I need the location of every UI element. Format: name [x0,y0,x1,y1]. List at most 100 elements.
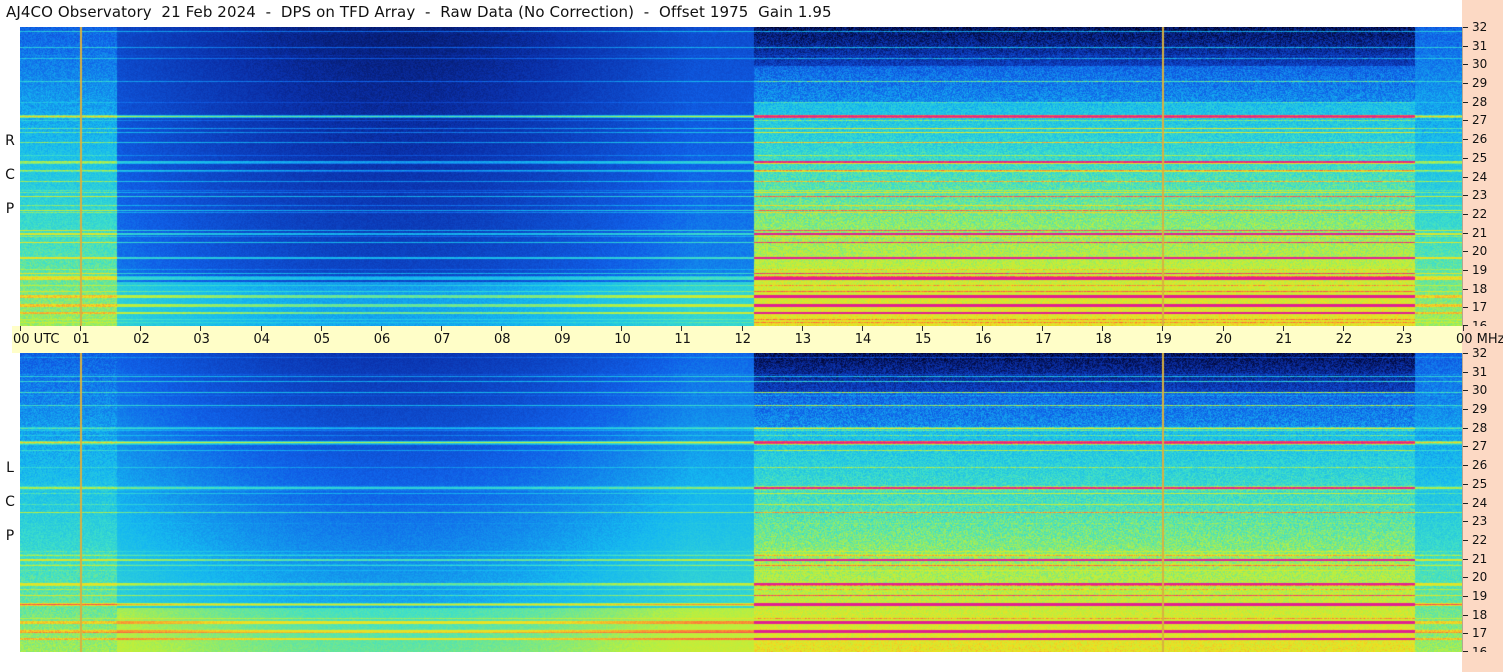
frequency-tick [1463,176,1468,178]
lcp-label-p: P [5,528,15,544]
time-tick [1222,326,1224,331]
frequency-tick-label: 18 [1472,607,1488,622]
time-tick-label: 02 [133,332,150,347]
time-tick [200,326,202,331]
rcp-label-p: P [5,201,15,217]
frequency-tick [1463,502,1468,504]
frequency-tick [1463,558,1468,560]
frequency-tick [1463,633,1468,635]
frequency-tick-label: 27 [1472,439,1488,454]
time-tick-label: 06 [373,332,391,347]
time-tick-label: 13 [794,332,812,347]
time-tick [20,326,21,331]
lcp-spectrogram [20,353,1463,652]
time-tick-label: 21 [1275,332,1293,347]
time-tick-label: 04 [253,332,271,347]
time-tick [1282,326,1284,331]
frequency-tick [1463,390,1468,392]
time-tick [1042,326,1044,331]
frequency-tick-label: 22 [1472,206,1488,221]
time-tick [741,326,743,331]
time-tick [80,326,82,331]
time-tick-label: 17 [1035,332,1052,347]
frequency-tick [1463,27,1468,28]
frequency-tick [1463,213,1468,215]
time-tick [501,326,502,331]
frequency-tick-label: 17 [1472,300,1488,315]
frequency-tick [1463,195,1468,197]
time-tick-label: 16 [975,332,992,347]
frequency-tick-label: 20 [1472,570,1488,585]
frequency-tick [1463,483,1468,485]
time-tick [1402,326,1404,331]
lcp-label-c: C [5,494,15,510]
time-tick [801,326,803,331]
rcp-label-c: C [5,167,15,183]
time-tick-label: 05 [313,332,331,347]
time-tick-label: 22 [1335,332,1353,347]
frequency-tick-label: 21 [1472,225,1488,240]
frequency-tick-label: 18 [1472,281,1488,296]
frequency-tick [1463,288,1468,290]
frequency-tick [1463,101,1468,103]
time-tick [320,326,322,331]
time-tick [921,326,923,331]
frequency-tick-label: 25 [1472,476,1488,491]
time-tick-label: 00 UTC [13,332,60,347]
time-tick [440,326,442,331]
lcp-label-l: L [6,460,14,476]
rcp-frequency-axis: 3231302928272625242322212019181716 [1462,21,1503,332]
frequency-tick [1463,465,1468,467]
frequency-tick-label: 19 [1472,262,1488,277]
time-tick [1463,326,1464,331]
frequency-tick [1463,251,1468,253]
lcp-frequency-axis: 3231302928272625242322212019181716 [1462,347,1503,658]
time-tick [380,326,382,331]
frequency-tick-label: 31 [1472,364,1488,379]
frequency-tick-label: 30 [1472,383,1488,398]
frequency-tick-label: 29 [1472,76,1488,91]
frequency-tick [1463,269,1468,271]
time-tick-label: 14 [854,332,872,347]
frequency-tick [1463,83,1468,85]
time-tick-label: 01 [73,332,90,347]
time-tick-label: 08 [494,332,511,347]
time-tick-label: 18 [1095,332,1112,347]
time-tick [1342,326,1344,331]
time-tick-label: 07 [433,332,451,347]
frequency-tick-label: 19 [1472,588,1488,603]
time-tick-label: 19 [1155,332,1172,347]
frequency-tick-label: 28 [1472,94,1488,109]
frequency-tick-label: 27 [1472,113,1488,128]
time-tick [1102,326,1104,331]
lcp-spectrogram-panel [20,353,1463,652]
time-tick-label: 11 [674,332,691,347]
time-tick [621,326,623,331]
frequency-tick-label: 20 [1472,244,1488,259]
time-tick [1162,326,1164,331]
frequency-tick-label: 24 [1472,495,1488,510]
frequency-tick [1463,139,1468,141]
frequency-tick [1463,409,1468,411]
time-tick [982,326,983,331]
time-tick-label: 03 [193,332,210,347]
rcp-spectrogram [20,27,1463,326]
time-tick [681,326,683,331]
frequency-tick [1463,614,1468,616]
rcp-spectrogram-panel [20,27,1463,326]
frequency-tick [1463,539,1468,541]
frequency-tick [1463,427,1468,429]
time-tick [861,326,863,331]
frequency-tick [1463,446,1468,448]
frequency-tick-label: 29 [1472,402,1488,417]
frequency-tick [1463,371,1468,373]
time-tick-label: 09 [554,332,571,347]
utc-time-axis: 00 UTC 01 02 03 04 05 06 07 08 09 10 11 12 13 14 15 16 17… [12,326,1503,353]
frequency-tick [1463,232,1468,234]
frequency-tick-label: 21 [1472,551,1488,566]
frequency-tick [1463,595,1468,597]
rcp-label-r: R [5,133,15,149]
frequency-tick [1463,64,1468,66]
frequency-tick-label: 23 [1472,188,1488,203]
frequency-tick-label: 23 [1472,514,1488,529]
